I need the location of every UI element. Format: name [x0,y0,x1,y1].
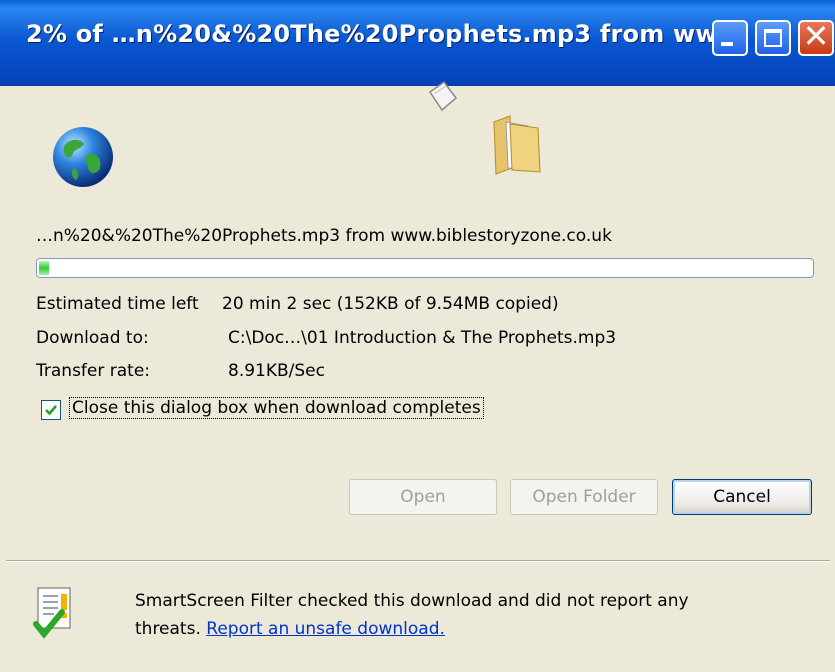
close-when-complete-label[interactable]: Close this dialog box when download comp… [69,397,484,419]
transfer-rate-value: 8.91KB/Sec [228,361,325,381]
close-icon: ✕ [802,17,830,55]
open-button[interactable]: Open [349,479,497,515]
maximize-button[interactable] [755,20,791,56]
download-progress-bar [36,258,814,278]
report-unsafe-download-link[interactable]: Report an unsafe download. [206,619,445,639]
checkmark-icon [45,405,57,416]
smartscreen-icon [33,587,71,639]
close-button[interactable]: ✕ [798,17,834,56]
progress-segment [39,261,49,275]
dialog-body: …n%20&%20The%20Prophets.mp3 from www.bib… [6,80,830,672]
maximize-icon [764,29,782,47]
folder-icon [493,115,541,175]
divider [6,560,830,562]
estimated-time-label: Estimated time left [36,294,199,314]
smartscreen-message-line2: threats. Report an unsafe download. [135,619,445,639]
window-title: 2% of …n%20&%20The%20Prophets.mp3 from w… [26,20,742,48]
close-when-complete-checkbox[interactable] [41,400,61,420]
smartscreen-threats-text: threats. [135,619,201,639]
download-source: …n%20&%20The%20Prophets.mp3 from www.bib… [36,226,612,246]
flying-document-icon [428,80,458,112]
transfer-rate-label: Transfer rate: [36,361,151,381]
globe-icon [53,127,113,187]
open-folder-button[interactable]: Open Folder [510,479,658,515]
download-dialog: 2% of …n%20&%20The%20Prophets.mp3 from w… [0,0,835,672]
title-bar[interactable]: 2% of …n%20&%20The%20Prophets.mp3 from w… [0,0,835,86]
minimize-icon [721,42,733,46]
progress-fill [37,259,53,277]
estimated-time-value: 20 min 2 sec (152KB of 9.54MB copied) [222,294,559,314]
download-to-value: C:\Doc…\01 Introduction & The Prophets.m… [228,328,617,348]
cancel-button[interactable]: Cancel [672,479,812,515]
minimize-button[interactable] [712,20,748,56]
smartscreen-message: SmartScreen Filter checked this download… [135,591,689,611]
download-to-label: Download to: [36,328,149,348]
